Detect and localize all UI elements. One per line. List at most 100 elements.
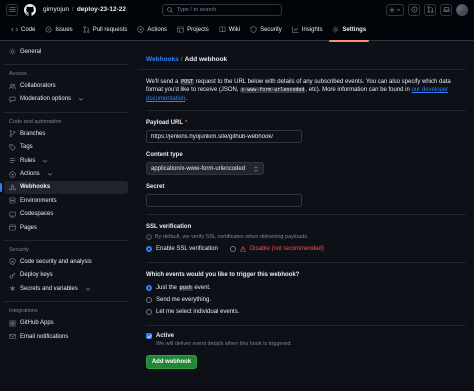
webhooks-breadcrumb-link[interactable]: Webhooks [146,56,179,63]
ssl-disable-radio[interactable] [229,246,236,253]
repo-link[interactable]: deploy-23-12-22 [77,6,126,13]
event-individual-label: Let me select individual events. [156,309,240,316]
ssl-enable-option[interactable]: Enable SSL verification [146,243,218,255]
payload-url-input[interactable] [146,130,302,144]
active-checkbox[interactable] [146,333,152,340]
tab-pull-requests[interactable]: Pull requests [78,19,133,41]
sidebar-item-pages[interactable]: Pages [4,221,128,234]
sidebar-item-tags[interactable]: Tags [4,141,128,154]
info-icon [146,234,152,240]
sidebar-item-actions[interactable]: Actions [4,167,128,180]
sidebar-item-label: Collaborators [20,83,56,90]
add-webhook-button[interactable]: Add webhook [146,355,197,370]
title-separator: / [180,56,183,63]
sidebar-item-secrets-and-variables[interactable]: Secrets and variables [4,282,128,295]
tab-label: Pull requests [92,26,128,33]
pull-request-icon [83,26,90,33]
tag-icon [9,144,16,151]
sidebar-divider [4,112,128,114]
tab-code[interactable]: Code [6,19,40,41]
tab-label: Projects [187,26,209,33]
sidebar-item-label: Webhooks [20,184,51,191]
shield-icon [250,26,257,33]
intro-code-urlencoded: x-www-form-urlencoded [240,87,306,94]
required-mark: * [185,120,188,127]
tab-wiki[interactable]: Wiki [214,19,245,41]
sidebar-item-environments[interactable]: Environments [4,194,128,207]
event-everything-option[interactable]: Send me everything. [146,294,466,306]
ssl-disable-option[interactable]: Disable (not recommended) [229,243,324,255]
sidebar-item-email-notifications[interactable]: Email notifications [4,330,128,343]
chevron-down-icon [85,286,91,292]
owner-link[interactable]: gimyojun [43,6,69,13]
sidebar-item-codespaces[interactable]: Codespaces [4,208,128,221]
search-input[interactable]: Type / to search [161,3,282,16]
sidebar-item-code-security-and-analysis[interactable]: Code security and analysis [4,255,128,268]
sidebar-item-webhooks[interactable]: Webhooks [0,180,128,195]
avatar[interactable] [456,3,468,16]
sidebar-item-rules[interactable]: Rules [4,154,128,167]
tab-insights[interactable]: Insights [287,19,328,41]
shield-lock-icon [9,258,16,266]
key-icon [9,272,16,279]
tab-issues[interactable]: Issues [40,19,77,41]
event-push-prefix: Just the [156,285,179,292]
event-push-radio[interactable] [146,285,152,292]
intro-part: We'll send a [146,79,181,85]
tab-label: Insights [301,26,323,33]
sidebar-item-label: Tags [20,144,33,151]
comment-icon [9,96,16,103]
sidebar-item-label: Codespaces [20,211,54,218]
asterisk-icon [9,285,16,292]
circle-icon [410,6,418,14]
tab-label: Issues [55,26,73,33]
chevron-down-icon [78,96,84,102]
sidebar-item-collaborators[interactable]: Collaborators [4,79,128,92]
book-icon [219,26,226,33]
sidebar-item-label: Pages [20,224,38,231]
sidebar-item-github-apps[interactable]: GitHub Apps [4,316,128,329]
tab-actions[interactable]: Actions [132,19,172,41]
intro-part: , etc). More information can be found in [305,87,412,94]
event-individual-option[interactable]: Let me select individual events. [146,306,466,318]
events-question: Which events would you like to trigger t… [146,272,300,279]
play-icon [9,170,16,178]
sidebar-item-deploy-keys[interactable]: Deploy keys [4,269,128,282]
hamburger-menu-button[interactable] [6,3,18,16]
sidebar-item-moderation-options[interactable]: Moderation options [4,93,128,106]
secret-input[interactable] [146,194,302,208]
create-new-button[interactable] [386,3,404,16]
server-icon [9,197,16,204]
chevron-down-icon [47,171,53,177]
code-icon [11,26,18,33]
tab-security[interactable]: Security [245,19,287,41]
payload-url-label-text: Payload URL [146,120,184,127]
sidebar-divider [4,301,128,303]
pull-requests-button[interactable] [424,3,436,16]
ssl-enable-radio[interactable] [146,246,152,253]
issues-button[interactable] [408,3,420,16]
inbox-button[interactable] [440,3,452,16]
sidebar-item-branches[interactable]: Branches [4,127,128,140]
chevron-down-icon [42,158,48,164]
tab-settings[interactable]: Settings [327,19,371,42]
page-title-text: Add webhook [184,56,228,63]
tab-projects[interactable]: Projects [172,19,214,41]
github-logo-icon[interactable] [24,3,36,16]
rules-icon [9,157,16,164]
sidebar-item-label: Secrets and variables [20,285,78,292]
divider [146,325,466,327]
ssl-note: By default, we verify SSL certificates w… [146,234,466,240]
event-push-option[interactable]: Just the push event. [146,282,466,294]
event-everything-radio[interactable] [146,297,152,304]
divider [146,214,466,216]
sidebar-item-general[interactable]: General [4,45,128,58]
event-individual-radio[interactable] [146,309,152,316]
active-option[interactable]: Active [146,332,466,340]
intro-code-post: POST [180,79,195,85]
ssl-verification-heading: SSL verification [146,224,192,231]
divider [146,110,466,112]
tab-label: Settings [342,26,367,33]
pull-request-icon [426,6,434,14]
content-type-select[interactable]: application/x-www-form-urlencoded [146,162,264,176]
